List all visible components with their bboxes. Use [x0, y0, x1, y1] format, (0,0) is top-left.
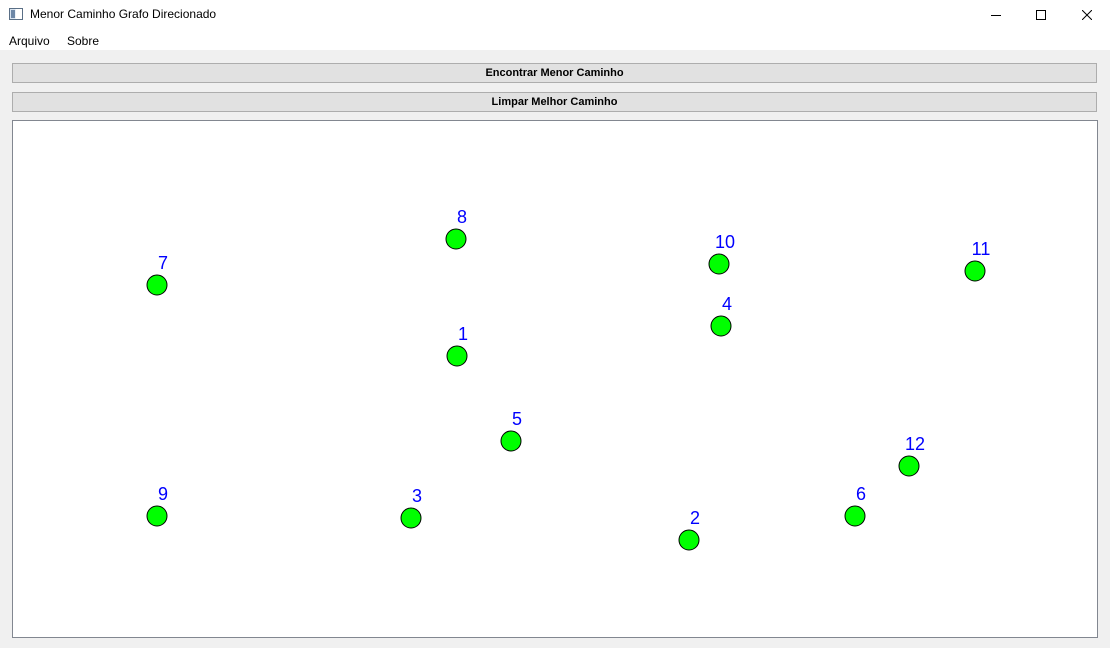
maximize-icon: [1036, 10, 1046, 20]
graph-node-8[interactable]: 8: [445, 207, 467, 250]
graph-node-5[interactable]: 5: [500, 409, 522, 452]
graph-node-circle[interactable]: [844, 505, 866, 527]
graph-node-circle[interactable]: [964, 260, 986, 282]
maximize-button[interactable]: [1018, 0, 1064, 30]
graph-node-12[interactable]: 12: [898, 434, 925, 477]
graph-node-circle[interactable]: [146, 274, 168, 296]
clear-best-path-button[interactable]: Limpar Melhor Caminho: [12, 92, 1097, 112]
graph-node-label: 4: [722, 294, 732, 314]
graph-node-circle[interactable]: [446, 345, 468, 367]
graph-node-label: 3: [412, 486, 422, 506]
window-title: Menor Caminho Grafo Direcionado: [30, 7, 217, 21]
graph-node-6[interactable]: 6: [844, 484, 866, 527]
graph-node-label: 11: [972, 239, 991, 259]
app-window: Menor Caminho Grafo Direcionado Arquivo …: [0, 0, 1110, 648]
graph-node-label: 1: [458, 324, 468, 344]
graph-node-label: 12: [905, 434, 925, 454]
minimize-icon: [991, 15, 1001, 16]
close-icon: [1082, 10, 1092, 20]
graph-canvas[interactable]: 1 2 3 4 5 6 7 8 9 10 11 12: [12, 120, 1098, 638]
menu-arquivo[interactable]: Arquivo: [9, 34, 50, 48]
minimize-button[interactable]: [973, 0, 1019, 30]
graph-node-circle[interactable]: [710, 315, 732, 337]
graph-node-circle[interactable]: [400, 507, 422, 529]
graph-node-label: 6: [856, 484, 866, 504]
menu-sobre[interactable]: Sobre: [67, 34, 99, 48]
graph-node-1[interactable]: 1: [446, 324, 468, 367]
graph-node-label: 8: [457, 207, 467, 227]
graph-node-label: 5: [512, 409, 522, 429]
find-shortest-path-button[interactable]: Encontrar Menor Caminho: [12, 63, 1097, 83]
graph-drawing: 12345678910 1112: [146, 207, 991, 551]
graph-node-7[interactable]: 7: [146, 253, 168, 296]
graph-node-circle[interactable]: [500, 430, 522, 452]
graph-node-10[interactable]: 10: [708, 232, 735, 275]
graph-node-circle[interactable]: [445, 228, 467, 250]
app-icon: [9, 8, 23, 20]
graph-node-circle[interactable]: [708, 253, 730, 275]
graph-node-circle[interactable]: [898, 455, 920, 477]
graph-node-2[interactable]: 2: [678, 508, 700, 551]
graph-node-label: 7: [158, 253, 168, 273]
title-bar[interactable]: Menor Caminho Grafo Direcionado: [0, 0, 1110, 30]
graph-node-11[interactable]: 11: [964, 239, 991, 282]
graph-node-circle[interactable]: [678, 529, 700, 551]
graph-node-label: 9: [158, 484, 168, 504]
graph-node-label: 10: [715, 232, 735, 252]
graph-node-circle[interactable]: [146, 505, 168, 527]
graph-node-label: 2: [690, 508, 700, 528]
close-button[interactable]: [1064, 0, 1110, 30]
graph-node-3[interactable]: 3: [400, 486, 422, 529]
graph-node-4[interactable]: 4: [710, 294, 732, 337]
graph-node-9[interactable]: 9: [146, 484, 168, 527]
menu-bar: Arquivo Sobre: [0, 30, 1110, 50]
